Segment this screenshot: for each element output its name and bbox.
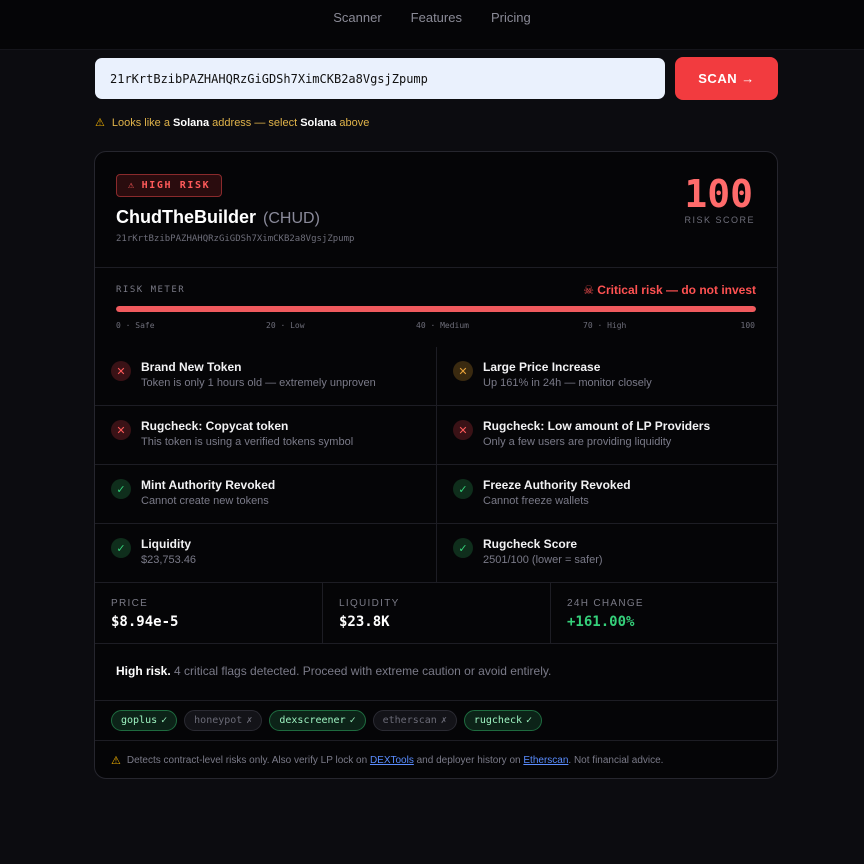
stat-24h-change: 24H CHANGE +161.00%: [567, 598, 644, 630]
source-chip-dexscreener[interactable]: dexscreener ✓: [269, 710, 366, 731]
top-nav: Scanner Features Pricing: [0, 0, 864, 50]
check-item: ✓ Mint Authority Revoked Cannot create n…: [95, 465, 437, 523]
risk-score: 100: [684, 172, 753, 216]
check-icon: ✓: [453, 538, 473, 558]
address-input[interactable]: [95, 58, 665, 99]
risk-meter: [116, 306, 756, 312]
source-chips: goplus ✓ honeypot ✗ dexscreener ✓ etherscan…: [95, 701, 777, 741]
etherscan-link[interactable]: Etherscan: [523, 755, 568, 766]
source-chip-honeypot[interactable]: honeypot ✗: [184, 710, 263, 731]
disclaimer: ⚠ Detects contract-level risks only. Als…: [111, 755, 664, 767]
chain-hint: ⚠ Looks like a Solana address — select S…: [95, 116, 370, 130]
token-name: ChudTheBuilder (CHUD): [116, 207, 320, 227]
meter-tick: 100: [740, 321, 755, 330]
check-item: ✕ Brand New Token Token is only 1 hours …: [95, 347, 437, 405]
warning-icon: ⚠: [111, 755, 121, 767]
check-item: ✓ Freeze Authority Revoked Cannot freeze…: [437, 465, 777, 523]
token-symbol: (CHUD): [263, 210, 320, 227]
check-item: ✕ Rugcheck: Low amount of LP Providers O…: [437, 406, 777, 464]
check-item: ✕ Large Price Increase Up 161% in 24h — …: [437, 347, 777, 405]
meter-tick: 70 · High: [583, 321, 627, 330]
risk-score-label: RISK SCORE: [684, 215, 755, 225]
result-card: ⚠ HIGH RISK ChudTheBuilder (CHUD) 21rKrt…: [94, 151, 778, 779]
check-item: ✓ Liquidity $23,753.46: [95, 524, 437, 582]
check-icon: ✓: [453, 479, 473, 499]
meter-tick: 20 · Low: [266, 321, 305, 330]
check-icon: ✓: [111, 479, 131, 499]
risk-meter-label: RISK METER: [116, 285, 186, 295]
warning-icon: ⚠: [128, 180, 136, 191]
token-header: ⚠ HIGH RISK ChudTheBuilder (CHUD) 21rKrt…: [95, 152, 777, 268]
nav-pricing[interactable]: Pricing: [491, 10, 531, 49]
meter-tick: 40 · Medium: [416, 321, 469, 330]
checks-grid: ✕ Brand New Token Token is only 1 hours …: [95, 347, 777, 583]
scan-button[interactable]: SCAN →: [675, 57, 778, 100]
source-chip-rugcheck[interactable]: rugcheck ✓: [463, 710, 543, 731]
check-item: ✕ Rugcheck: Copycat token This token is …: [95, 406, 437, 464]
dextools-link[interactable]: DEXTools: [370, 755, 414, 766]
risk-summary: High risk. 4 critical flags detected. Pr…: [95, 644, 777, 701]
nav-scanner[interactable]: Scanner: [333, 10, 381, 49]
warning-icon: ⚠: [95, 117, 105, 129]
x-icon: ✕: [111, 361, 131, 381]
meter-tick: 0 · Safe: [116, 321, 155, 330]
check-item: ✓ Rugcheck Score 2501/100 (lower = safer…: [437, 524, 777, 582]
risk-verdict: ☠ Critical risk — do not invest: [583, 283, 756, 297]
stat-price: PRICE $8.94e-5: [95, 583, 323, 643]
check-icon: ✓: [111, 538, 131, 558]
x-icon: ✕: [111, 420, 131, 440]
x-icon: ✕: [453, 361, 473, 381]
x-icon: ✕: [453, 420, 473, 440]
source-chip-goplus[interactable]: goplus ✓: [111, 710, 178, 731]
stat-liquidity: LIQUIDITY $23.8K: [323, 583, 551, 643]
token-address: 21rKrtBzibPAZHAHQRzGiGDSh7XimCKB2a8VgsjZ…: [116, 234, 355, 244]
source-chip-etherscan[interactable]: etherscan ✗: [372, 710, 457, 731]
stats-row: PRICE $8.94e-5 LIQUIDITY $23.8K 24H CHAN…: [95, 583, 777, 644]
risk-badge: ⚠ HIGH RISK: [116, 174, 223, 197]
risk-meter-fill: [116, 306, 756, 312]
nav-features[interactable]: Features: [411, 10, 462, 49]
